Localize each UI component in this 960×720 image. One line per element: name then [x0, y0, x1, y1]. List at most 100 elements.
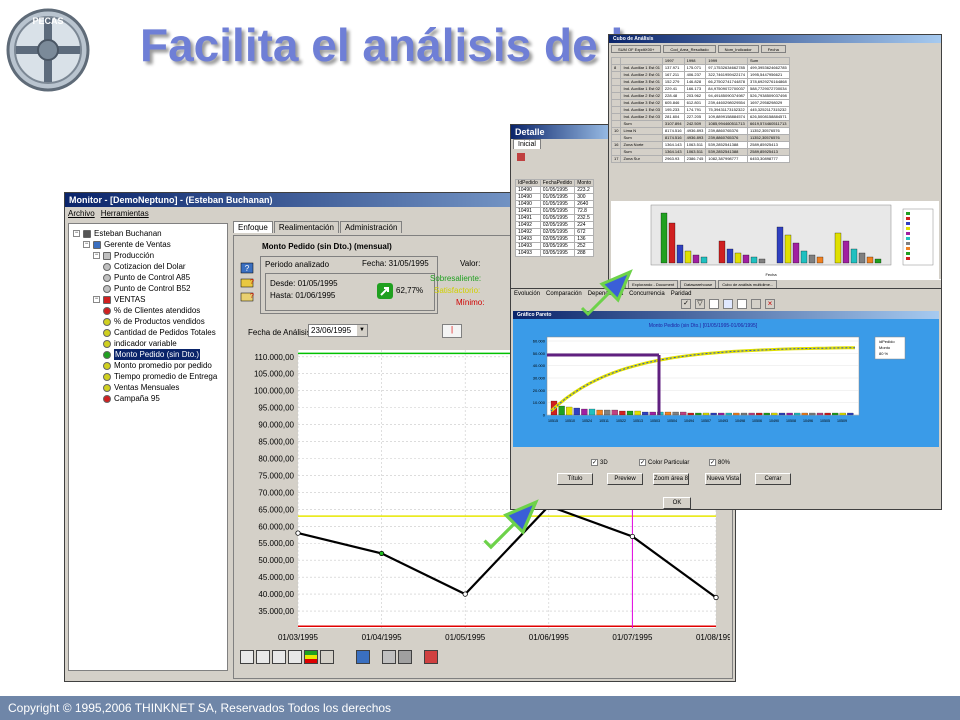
- folder-question-icon[interactable]: ?: [240, 276, 254, 288]
- check-icon[interactable]: ✓: [639, 459, 646, 466]
- table-row[interactable]: Sum 1364.143 1063.511 539,2852541388 2589,85…: [610, 148, 790, 156]
- tree-item[interactable]: − Esteban Buchanan: [73, 228, 162, 239]
- table-row[interactable]: 10490 01/05/1995 300: [515, 193, 595, 201]
- tab-inicial[interactable]: Inicial: [513, 139, 541, 149]
- table-row[interactable]: 17 Zona Sur 2963.93 2386.745 1082,387998777 6…: [610, 155, 790, 163]
- menu-herramientas[interactable]: Herramientas: [101, 207, 149, 220]
- table-row[interactable]: Ind. Auxiliar 1 Est 03 195.233 174.791 75,3…: [610, 106, 790, 114]
- expander-icon[interactable]: −: [93, 252, 100, 259]
- fecha-analisis-select[interactable]: 23/06/1995 ▼: [308, 324, 368, 337]
- pareto-action-button[interactable]: Zoom área 80%: [653, 473, 689, 485]
- pareto-action-button[interactable]: Nueva Vista: [705, 473, 741, 485]
- document-icon[interactable]: [709, 299, 719, 309]
- area-chart-icon[interactable]: [256, 650, 270, 664]
- tree-item[interactable]: % de Productos vendidos: [103, 316, 205, 327]
- tree-item[interactable]: Punto de Control B52: [103, 283, 191, 294]
- pareto-close-icon[interactable]: ×: [765, 299, 775, 309]
- check-icon[interactable]: ✓: [681, 299, 691, 309]
- color-chart-icon[interactable]: [304, 650, 318, 664]
- tree-item[interactable]: Cotizacion del Dolar: [103, 261, 186, 272]
- table-row[interactable]: 10493 03/05/1995 288: [515, 249, 595, 257]
- pareto-action-button[interactable]: Cerrar: [755, 473, 791, 485]
- question-icon[interactable]: ?: [240, 262, 254, 274]
- histogram-icon[interactable]: [382, 650, 396, 664]
- edit-question-icon[interactable]: ?: [240, 290, 254, 302]
- mail-icon[interactable]: [737, 299, 747, 309]
- table-row[interactable]: 10491 01/05/1995 232.5: [515, 214, 595, 222]
- data-point[interactable]: [462, 591, 468, 597]
- detalle-column-header[interactable]: Monto: [574, 179, 595, 187]
- table-row[interactable]: 10492 02/05/1995 224: [515, 221, 595, 229]
- detalle-titlebar[interactable]: Detalle: [511, 125, 619, 139]
- tree-item[interactable]: Ventas Mensuales: [103, 382, 179, 393]
- table-row[interactable]: 10 Lima N 8174.516 4936.893 239,8860765376 11…: [610, 127, 790, 135]
- cubo-header[interactable]: Nom_Indicador: [717, 45, 759, 53]
- table-row[interactable]: Sum 8174.516 4936.893 239,8860765376 11352,3…: [610, 134, 790, 142]
- table-row[interactable]: Ind. Auxiliar 3 Est 02 605.846 612.801 239,…: [610, 99, 790, 107]
- cubo-header[interactable]: Fecha: [760, 45, 786, 53]
- table-row[interactable]: Ind. Auxiliar 1 Est 02 229.41 166.173 84,97…: [610, 85, 790, 93]
- pareto-action-button[interactable]: Título: [557, 473, 593, 485]
- menu-archivo[interactable]: Archivo: [68, 207, 95, 220]
- table-row[interactable]: 10493 03/05/1995 252: [515, 242, 595, 250]
- pareto-icon[interactable]: [398, 650, 412, 664]
- expander-icon[interactable]: −: [93, 296, 100, 303]
- lock-icon[interactable]: [517, 153, 525, 161]
- export-icon[interactable]: [356, 650, 370, 664]
- ok-button[interactable]: OK: [663, 497, 691, 509]
- table-row[interactable]: Ind. Auxiliar 2 Est 03 281.604 227.205 109,…: [610, 113, 790, 121]
- pareto-menu-item[interactable]: Paridad: [671, 289, 692, 299]
- link-icon[interactable]: [751, 299, 761, 309]
- grid-icon[interactable]: [320, 650, 334, 664]
- tree-item[interactable]: Monto Pedido (sin Dto.): [103, 349, 201, 360]
- pareto-checkbox[interactable]: ✓ 3D: [591, 459, 608, 466]
- pareto-menu-item[interactable]: Evolución: [514, 289, 540, 299]
- cubo-header[interactable]: SUM OF ExpdtX00+: [611, 45, 662, 53]
- chevron-down-icon[interactable]: ▼: [357, 325, 367, 336]
- chart-icon[interactable]: [723, 299, 733, 309]
- tree-item[interactable]: − VENTAS: [93, 294, 145, 305]
- tree-item[interactable]: Campaña 95: [103, 393, 160, 404]
- table-row[interactable]: 10492 02/05/1995 672: [515, 228, 595, 236]
- tree-item[interactable]: % de Clientes atendidos: [103, 305, 200, 316]
- print-icon[interactable]: [424, 650, 438, 664]
- table-row[interactable]: 10493 02/05/1995 136: [515, 235, 595, 243]
- table-row[interactable]: 16 Zona Norte 1364.143 1063.511 539,28525413…: [610, 141, 790, 149]
- cubo-titlebar[interactable]: Cubo de Análisis: [609, 35, 941, 43]
- tree-item[interactable]: − Gerente de Ventas: [83, 239, 171, 250]
- tab-administracion[interactable]: Administración: [339, 221, 403, 233]
- table-row[interactable]: 10490 01/05/1995 2640: [515, 200, 595, 208]
- check-icon[interactable]: ✓: [591, 459, 598, 466]
- tab-realimentacion[interactable]: Realimentación: [273, 221, 339, 233]
- tree-item[interactable]: indicador variable: [103, 338, 177, 349]
- check-icon[interactable]: ✓: [709, 459, 716, 466]
- line-chart-icon[interactable]: [240, 650, 254, 664]
- tree-item[interactable]: Punto de Control A85: [103, 272, 190, 283]
- scatter-chart-icon[interactable]: [288, 650, 302, 664]
- data-point[interactable]: [379, 550, 385, 557]
- table-row[interactable]: 8 Ind. Auxiliar 1 Est 01 137.971 175.071 97,…: [610, 64, 790, 72]
- tree-item[interactable]: Cantidad de Pedidos Totales: [103, 327, 216, 338]
- tab-enfoque[interactable]: Enfoque: [233, 221, 273, 233]
- table-row[interactable]: Sum 3107.894 242.509 1085,994460511713 6619,…: [610, 120, 790, 128]
- expander-icon[interactable]: −: [83, 241, 90, 248]
- table-row[interactable]: Ind. Auxiliar 2 Est 02 228.48 203.962 94,49…: [610, 92, 790, 100]
- tree-item[interactable]: Monto promedio por pedido: [103, 360, 212, 371]
- pareto-action-button[interactable]: Preview: [607, 473, 643, 485]
- bar-chart-icon[interactable]: [272, 650, 286, 664]
- expander-icon[interactable]: −: [73, 230, 80, 237]
- data-point[interactable]: [629, 533, 635, 540]
- detalle-column-header[interactable]: IdPedido: [515, 179, 541, 187]
- pareto-menu-item[interactable]: Concurrencia: [629, 289, 665, 299]
- detalle-column-header[interactable]: FechaPedido: [539, 179, 576, 187]
- pareto-checkbox[interactable]: ✓ Color Particular: [639, 459, 689, 466]
- data-point[interactable]: [295, 530, 301, 536]
- tree-item[interactable]: Tiempo promedio de Entrega: [103, 371, 217, 382]
- table-row[interactable]: Ind. Auxiliar 3 Est 01 152.279 146.828 66,2…: [610, 78, 790, 86]
- data-point[interactable]: [713, 594, 719, 601]
- table-row[interactable]: 10490 01/05/1995 223.2: [515, 186, 595, 194]
- pareto-checkbox[interactable]: ✓ 80%: [709, 459, 730, 466]
- tree-item[interactable]: − Producción: [93, 250, 154, 261]
- table-row[interactable]: Ind. Auxiliar 2 Est 01 167.211 406.237 322,…: [610, 71, 790, 79]
- filter-icon[interactable]: ▽: [695, 299, 705, 309]
